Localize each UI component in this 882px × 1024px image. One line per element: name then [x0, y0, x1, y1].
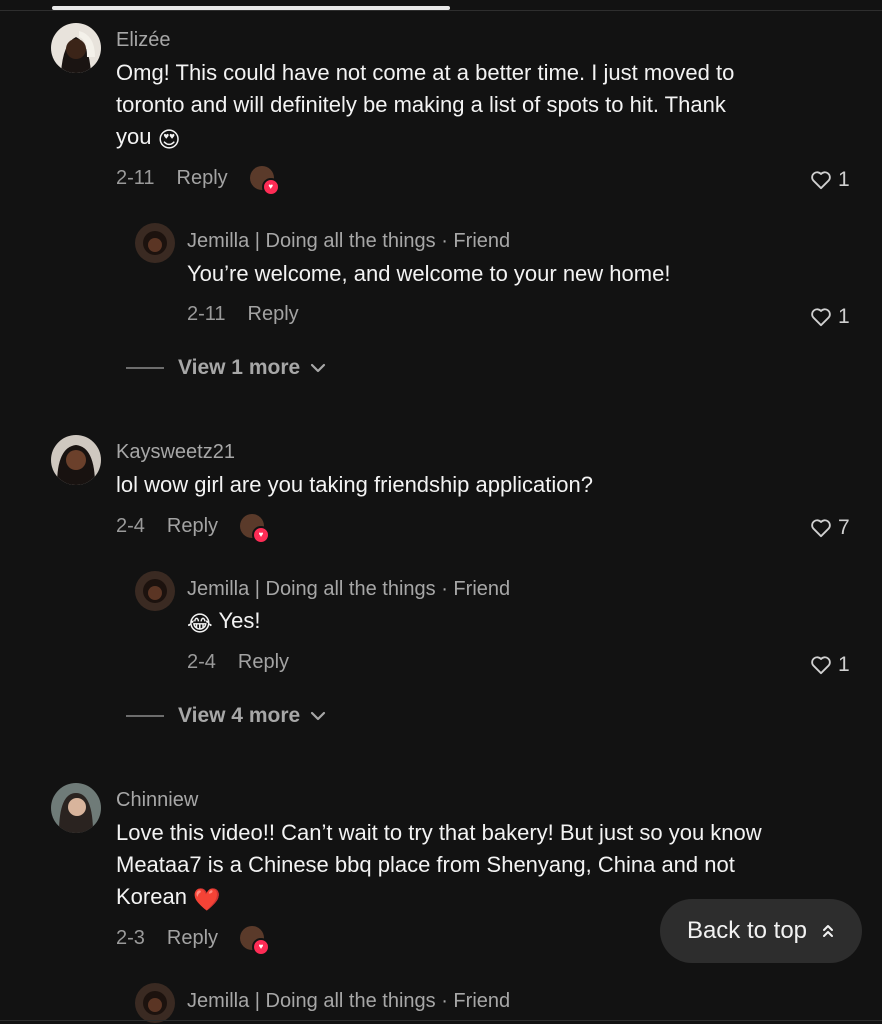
comment-meta: 2-3 Reply ♥ — [116, 926, 271, 956]
avatar[interactable] — [135, 223, 175, 263]
heart-badge-icon: ♥ — [261, 178, 280, 196]
comment-date: 2-3 — [116, 926, 145, 949]
like-count: 1 — [838, 168, 850, 191]
comment-username[interactable]: Elizée — [116, 29, 170, 52]
comment-username[interactable]: Chinniew — [116, 789, 198, 812]
like-count: 1 — [838, 653, 850, 676]
view-more-replies-button[interactable]: View 1 more — [126, 356, 326, 380]
chevron-down-icon — [311, 711, 326, 721]
reply-body: Yes! — [218, 608, 261, 633]
emoji: 😂 — [187, 611, 213, 636]
like-count: 7 — [838, 516, 850, 539]
comment-meta: 2-4 Reply ♥ — [116, 514, 271, 544]
reply-button[interactable]: Reply — [248, 303, 299, 326]
chevron-down-icon — [311, 363, 326, 373]
reply-username: Jemilla | Doing all the things · Friend — [187, 578, 510, 601]
avatar[interactable] — [51, 435, 101, 485]
divider — [126, 715, 164, 717]
like-count: 1 — [838, 305, 850, 328]
reply-button[interactable]: Reply — [238, 651, 289, 674]
avatar-image — [51, 783, 101, 833]
reply-button[interactable]: Reply — [167, 515, 218, 538]
creator-liked-avatar: ♥ — [240, 514, 271, 544]
creator-liked-avatar: ♥ — [240, 926, 271, 956]
emoji: 😍 — [157, 127, 181, 152]
back-to-top-button[interactable]: Back to top — [660, 899, 862, 963]
view-more-replies-button[interactable]: View 4 more — [126, 704, 326, 728]
heart-outline-icon — [811, 171, 831, 190]
reply-username: Jemilla | Doing all the things · Friend — [187, 990, 510, 1013]
comment-meta: 2-11 Reply ♥ — [116, 166, 280, 196]
avatar-image — [51, 435, 101, 485]
comment-date: 2-4 — [116, 514, 145, 537]
avatar[interactable] — [135, 983, 175, 1023]
comment-text: lol wow girl are you taking friendship a… — [116, 472, 593, 497]
heart-badge-icon: ♥ — [252, 526, 271, 544]
like-button[interactable]: 1 — [810, 168, 850, 192]
heart-badge-icon: ♥ — [252, 938, 271, 956]
avatar[interactable] — [51, 23, 101, 73]
heart-outline-icon — [811, 308, 831, 327]
reply-meta: 2-11 Reply — [187, 303, 299, 326]
friend-tag: · Friend — [441, 990, 511, 1012]
friend-tag: · Friend — [441, 230, 511, 252]
view-more-label: View 4 more — [178, 704, 301, 727]
comment-text: Love this video!! Can’t wait to try that… — [116, 817, 776, 916]
avatar-image — [135, 571, 175, 611]
emoji: ❤️ — [193, 887, 221, 912]
avatar-image — [135, 223, 175, 263]
bottom-divider — [0, 1020, 882, 1021]
reply-date: 2-11 — [187, 303, 226, 325]
active-tab-indicator — [52, 6, 450, 10]
reply-username: Jemilla | Doing all the things · Friend — [187, 230, 510, 253]
like-button[interactable]: 1 — [810, 305, 850, 329]
reply-author[interactable]: Jemilla | Doing all the things — [187, 990, 436, 1012]
avatar[interactable] — [135, 571, 175, 611]
back-to-top-label: Back to top — [686, 917, 808, 944]
reply-author[interactable]: Jemilla | Doing all the things — [187, 578, 436, 600]
like-button[interactable]: 1 — [810, 653, 850, 677]
top-divider — [0, 10, 882, 11]
heart-outline-icon — [811, 656, 831, 675]
comment-date: 2-11 — [116, 166, 155, 189]
view-more-label: View 1 more — [178, 356, 301, 379]
divider — [126, 367, 164, 369]
reply-meta: 2-4 Reply — [187, 651, 289, 674]
comment-username[interactable]: Kaysweetz21 — [116, 441, 235, 464]
creator-liked-avatar: ♥ — [249, 166, 280, 196]
reply-date: 2-4 — [187, 651, 216, 673]
like-button[interactable]: 7 — [810, 516, 850, 540]
avatar[interactable] — [51, 783, 101, 833]
reply-author[interactable]: Jemilla | Doing all the things — [187, 230, 436, 252]
reply-text: You’re welcome, and welcome to your new … — [187, 261, 671, 286]
comment-text: Omg! This could have not come at a bette… — [116, 57, 736, 156]
reply-text: 😂 Yes! — [187, 605, 847, 640]
comment-body: Omg! This could have not come at a bette… — [116, 60, 735, 149]
double-chevron-up-icon — [823, 925, 834, 937]
avatar-image — [135, 983, 175, 1023]
friend-tag: · Friend — [441, 578, 511, 600]
heart-outline-icon — [811, 519, 831, 538]
reply-button[interactable]: Reply — [167, 927, 218, 950]
avatar-image — [51, 23, 101, 73]
reply-button[interactable]: Reply — [177, 167, 228, 190]
